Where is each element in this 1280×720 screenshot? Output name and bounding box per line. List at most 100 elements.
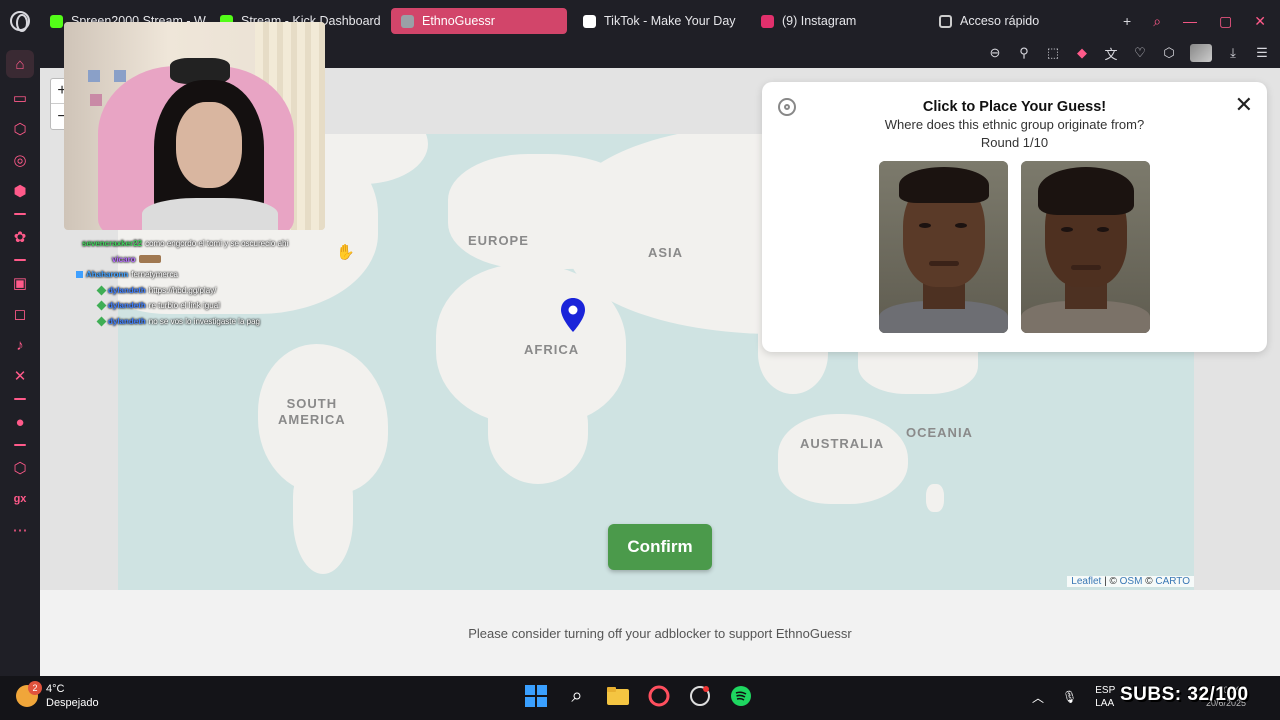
home-icon[interactable]: ⌂ [6, 50, 34, 78]
tab-instagram[interactable]: (9) Instagram [751, 8, 929, 34]
tiktok-icon [583, 14, 596, 28]
round-indicator: Round 1/10 [980, 135, 1049, 150]
chat-username: dylandeth [108, 301, 146, 311]
chat-username: dylandeth [108, 285, 146, 295]
extensions-icon[interactable]: ⬡ [1161, 45, 1177, 61]
tab-label: EthnoGuessr [422, 14, 495, 28]
menu-icon[interactable]: ☰ [1254, 45, 1270, 61]
chat-text: como engordo el tomi y se oscurecio ahi [145, 239, 289, 249]
keyboard-layout: LAA [1095, 698, 1115, 709]
system-tray: ︿ 🎙 ESP LAA [1032, 684, 1115, 710]
sub-badge-icon [76, 271, 83, 279]
landmass-africa-south [488, 384, 588, 484]
chat-text: fernetymerca [131, 270, 178, 280]
adblock-message: Please consider turning off your adblock… [468, 625, 852, 641]
chatgpt-icon[interactable]: ✿ [7, 226, 33, 248]
map-attribution: Leaflet | © OSM © CARTO [1067, 576, 1194, 587]
sidebar-divider [14, 398, 26, 400]
chat-text: re turbio el link igual [148, 301, 220, 311]
taskbar-apps: ⌕ [524, 684, 753, 708]
mod-badge-icon [96, 316, 107, 327]
minimize-icon[interactable]: — [1183, 13, 1197, 30]
panel-title: Click to Place Your Guess! [922, 99, 1107, 115]
map-label-america: AMERICA [278, 412, 346, 427]
x-icon[interactable]: ✕ [7, 365, 33, 387]
heart-icon[interactable]: ♡ [1132, 45, 1148, 61]
map-label-africa: AFRICA [524, 342, 580, 357]
osm-link[interactable]: OSM [1120, 576, 1143, 587]
gx-icon[interactable]: gx [7, 488, 33, 510]
carto-link[interactable]: CARTO [1155, 576, 1190, 587]
tab-label: (9) Instagram [782, 14, 857, 28]
cube-icon[interactable]: ⬢ [7, 180, 33, 202]
ethnoguessr-icon [401, 14, 414, 28]
subs-counter-overlay: SUBS: 32/100 [1120, 684, 1249, 705]
record-icon[interactable]: ● [7, 411, 33, 433]
snapshot-icon[interactable]: ⬚ [1045, 45, 1061, 61]
stream-chat-overlay: sevencraxker22 como engordo el tomi y se… [72, 236, 372, 329]
opera-logo-icon[interactable] [0, 0, 40, 42]
obs-icon[interactable] [688, 684, 712, 708]
windows-taskbar: 2 4°C Despejado ⌕ ︿ 🎙 ESP LAA [0, 676, 1280, 720]
tab-ethnoguessr[interactable]: EthnoGuessr [391, 8, 567, 34]
chevron-up-icon[interactable]: ︿ [1032, 689, 1044, 706]
language-code: ESP [1095, 685, 1116, 696]
instagram-icon [761, 14, 774, 28]
mod-badge-icon [96, 285, 107, 296]
screen: Spreen2000 Stream - W Stream - Kick Dash… [0, 0, 1280, 720]
windows-start-icon[interactable] [524, 684, 548, 708]
adblock-footer: Please consider turning off your adblock… [40, 590, 1280, 676]
map-label-asia: ASIA [648, 245, 684, 260]
streamer-webcam [64, 22, 325, 230]
tab-acceso-rapido[interactable]: Acceso rápido [929, 8, 1089, 34]
attribution-separator: © [1142, 576, 1156, 587]
download-icon[interactable]: ⤓ [1225, 45, 1241, 61]
tab-tiktok[interactable]: TikTok - Make Your Day [573, 8, 751, 34]
tab-label: TikTok - Make Your Day [604, 14, 736, 28]
new-tab-icon[interactable]: + [1123, 13, 1131, 30]
chat-message: Ahaharonn fernetymerca [72, 267, 372, 283]
search-icon[interactable]: ⌕ [565, 684, 589, 708]
confirm-button[interactable]: Confirm [608, 524, 712, 570]
microphone-icon[interactable]: 🎙 [1062, 690, 1077, 704]
guess-panel: ✕ Click to Place Your Guess! Where does … [762, 82, 1267, 352]
zoom-out-icon[interactable]: ⊖ [987, 45, 1003, 61]
shield-icon[interactable]: ⬡ [7, 457, 33, 479]
twitch-icon[interactable]: ▣ [7, 272, 33, 294]
chat-username: dylandeth [108, 316, 146, 326]
profile-avatar[interactable] [1190, 44, 1212, 62]
mod-badge-icon [96, 300, 107, 311]
pocket-icon[interactable]: ◆ [1074, 45, 1090, 61]
sun-icon: 2 [16, 681, 42, 707]
opera-gx-icon[interactable] [647, 684, 671, 708]
landmass-south-america-tip [293, 464, 353, 574]
more-icon[interactable]: ⋯ [7, 519, 33, 541]
close-window-icon[interactable]: ✕ [1254, 13, 1266, 30]
language-indicator[interactable]: ESP LAA [1095, 684, 1115, 710]
chat-username: vicaro [112, 254, 136, 264]
ai-icon[interactable]: ◎ [7, 149, 33, 171]
tiktok-icon[interactable]: ♪ [7, 334, 33, 356]
instagram-icon[interactable]: ◻ [7, 303, 33, 325]
gamepad-icon[interactable]: ▭ [7, 87, 33, 109]
translate-icon[interactable]: 文 [1103, 45, 1119, 62]
sidebar-divider [14, 259, 26, 261]
chat-username: sevencraxker22 [82, 239, 143, 249]
pin-icon[interactable]: ⚲ [1016, 45, 1032, 61]
notification-badge: 2 [28, 681, 42, 695]
weather-widget[interactable]: 2 4°C Despejado [16, 681, 99, 710]
chat-message: dylandeth no se vos lo investigaste la p… [72, 314, 372, 330]
hand-cursor-icon: ✋ [336, 244, 355, 261]
emote-icon [138, 255, 161, 264]
spotify-icon[interactable] [729, 684, 753, 708]
grid-icon [939, 14, 952, 28]
map-label-europe: EUROPE [468, 233, 529, 248]
attribution-separator: | © [1101, 576, 1120, 587]
leaflet-link[interactable]: Leaflet [1071, 576, 1101, 587]
weather-description: Despejado [46, 697, 99, 709]
maximize-icon[interactable]: ▢ [1219, 13, 1232, 30]
file-explorer-icon[interactable] [606, 684, 630, 708]
search-icon[interactable]: ⌕ [1153, 13, 1161, 30]
guess-marker-icon[interactable] [561, 298, 585, 332]
aria-icon[interactable]: ⬡ [7, 118, 33, 140]
